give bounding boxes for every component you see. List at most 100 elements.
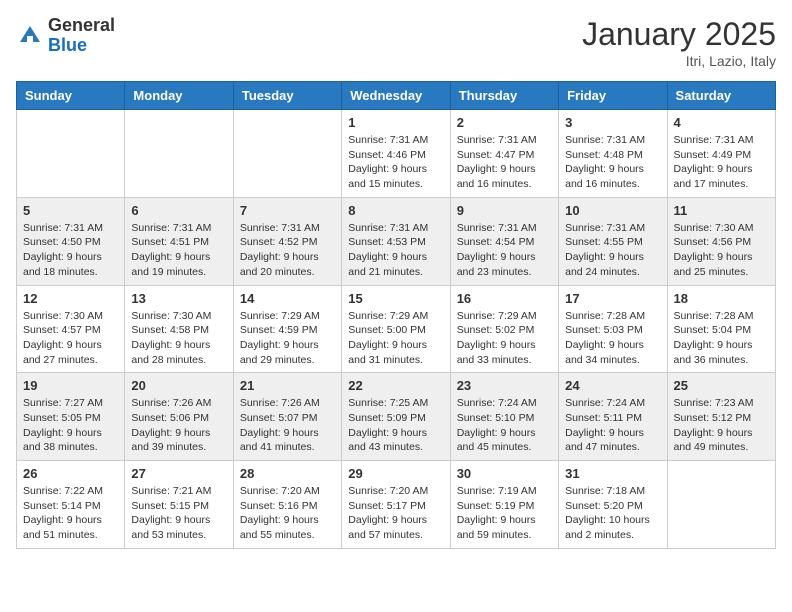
day-number: 17 [565, 291, 660, 306]
day-info: Sunrise: 7:31 AMSunset: 4:54 PMDaylight:… [457, 221, 552, 280]
calendar-cell: 2 Sunrise: 7:31 AMSunset: 4:47 PMDaylight… [450, 110, 558, 198]
calendar-cell: 1 Sunrise: 7:31 AMSunset: 4:46 PMDaylight… [342, 110, 450, 198]
title-block: January 2025 Itri, Lazio, Italy [582, 16, 776, 69]
day-info: Sunrise: 7:22 AMSunset: 5:14 PMDaylight:… [23, 484, 118, 543]
calendar-cell: 22 Sunrise: 7:25 AMSunset: 5:09 PMDayligh… [342, 373, 450, 461]
calendar-cell: 4Sunrise: 7:31 AMSunset: 4:49 PMDaylight… [667, 110, 775, 198]
calendar-cell: 30 Sunrise: 7:19 AMSunset: 5:19 PMDayligh… [450, 461, 558, 549]
day-number: 12 [23, 291, 118, 306]
calendar-cell [233, 110, 341, 198]
day-info: Sunrise: 7:31 AMSunset: 4:46 PMDaylight:… [348, 133, 443, 192]
day-info: Sunrise: 7:24 AMSunset: 5:11 PMDaylight:… [565, 396, 660, 455]
calendar-cell: 18Sunrise: 7:28 AMSunset: 5:04 PMDayligh… [667, 285, 775, 373]
day-info: Sunrise: 7:27 AMSunset: 5:05 PMDaylight:… [23, 396, 118, 455]
calendar-cell: 3Sunrise: 7:31 AMSunset: 4:48 PMDaylight… [559, 110, 667, 198]
calendar-cell: 6 Sunrise: 7:31 AMSunset: 4:51 PMDaylight… [125, 197, 233, 285]
day-number: 24 [565, 378, 660, 393]
calendar-body: 1 Sunrise: 7:31 AMSunset: 4:46 PMDaylight… [17, 110, 776, 549]
day-number: 2 [457, 115, 552, 130]
weekday-header-cell: Thursday [450, 82, 558, 110]
day-info: Sunrise: 7:29 AMSunset: 5:00 PMDaylight:… [348, 309, 443, 368]
location: Itri, Lazio, Italy [582, 53, 776, 69]
day-info: Sunrise: 7:30 AMSunset: 4:58 PMDaylight:… [131, 309, 226, 368]
day-number: 29 [348, 466, 443, 481]
day-number: 9 [457, 203, 552, 218]
day-info: Sunrise: 7:24 AMSunset: 5:10 PMDaylight:… [457, 396, 552, 455]
calendar-week-row: 26 Sunrise: 7:22 AMSunset: 5:14 PMDayligh… [17, 461, 776, 549]
day-number: 25 [674, 378, 769, 393]
day-info: Sunrise: 7:31 AMSunset: 4:49 PMDaylight:… [674, 133, 769, 192]
day-info: Sunrise: 7:29 AMSunset: 5:02 PMDaylight:… [457, 309, 552, 368]
calendar-cell: 27 Sunrise: 7:21 AMSunset: 5:15 PMDayligh… [125, 461, 233, 549]
day-number: 31 [565, 466, 660, 481]
page-header: General Blue January 2025 Itri, Lazio, I… [16, 16, 776, 69]
day-number: 7 [240, 203, 335, 218]
calendar-cell: 17Sunrise: 7:28 AMSunset: 5:03 PMDayligh… [559, 285, 667, 373]
day-number: 20 [131, 378, 226, 393]
day-info: Sunrise: 7:31 AMSunset: 4:52 PMDaylight:… [240, 221, 335, 280]
calendar-cell: 25 Sunrise: 7:23 AMSunset: 5:12 PMDayligh… [667, 373, 775, 461]
day-number: 8 [348, 203, 443, 218]
day-number: 15 [348, 291, 443, 306]
day-number: 26 [23, 466, 118, 481]
calendar-cell: 31 Sunrise: 7:18 AMSunset: 5:20 PMDayligh… [559, 461, 667, 549]
day-info: Sunrise: 7:20 AMSunset: 5:16 PMDaylight:… [240, 484, 335, 543]
day-info: Sunrise: 7:26 AMSunset: 5:07 PMDaylight:… [240, 396, 335, 455]
day-info: Sunrise: 7:31 AMSunset: 4:55 PMDaylight:… [565, 221, 660, 280]
day-info: Sunrise: 7:30 AMSunset: 4:56 PMDaylight:… [674, 221, 769, 280]
calendar-cell: 16Sunrise: 7:29 AMSunset: 5:02 PMDayligh… [450, 285, 558, 373]
day-info: Sunrise: 7:31 AMSunset: 4:47 PMDaylight:… [457, 133, 552, 192]
calendar-week-row: 19 Sunrise: 7:27 AMSunset: 5:05 PMDayligh… [17, 373, 776, 461]
weekday-header-cell: Tuesday [233, 82, 341, 110]
calendar-cell: 26 Sunrise: 7:22 AMSunset: 5:14 PMDayligh… [17, 461, 125, 549]
day-number: 1 [348, 115, 443, 130]
day-number: 30 [457, 466, 552, 481]
calendar-cell: 29Sunrise: 7:20 AMSunset: 5:17 PMDayligh… [342, 461, 450, 549]
day-info: Sunrise: 7:18 AMSunset: 5:20 PMDaylight:… [565, 484, 660, 543]
month-title: January 2025 [582, 16, 776, 53]
weekday-header-cell: Saturday [667, 82, 775, 110]
day-info: Sunrise: 7:19 AMSunset: 5:19 PMDaylight:… [457, 484, 552, 543]
logo-text: General Blue [48, 16, 115, 56]
weekday-header-cell: Wednesday [342, 82, 450, 110]
day-info: Sunrise: 7:26 AMSunset: 5:06 PMDaylight:… [131, 396, 226, 455]
weekday-header-row: SundayMondayTuesdayWednesdayThursdayFrid… [17, 82, 776, 110]
calendar-cell: 15 Sunrise: 7:29 AMSunset: 5:00 PMDayligh… [342, 285, 450, 373]
day-number: 10 [565, 203, 660, 218]
day-info: Sunrise: 7:25 AMSunset: 5:09 PMDaylight:… [348, 396, 443, 455]
logo-icon [16, 22, 44, 50]
weekday-header-cell: Sunday [17, 82, 125, 110]
day-info: Sunrise: 7:31 AMSunset: 4:50 PMDaylight:… [23, 221, 118, 280]
day-number: 6 [131, 203, 226, 218]
day-info: Sunrise: 7:30 AMSunset: 4:57 PMDaylight:… [23, 309, 118, 368]
day-number: 23 [457, 378, 552, 393]
day-number: 27 [131, 466, 226, 481]
calendar-cell [667, 461, 775, 549]
day-number: 22 [348, 378, 443, 393]
calendar-cell: 5Sunrise: 7:31 AMSunset: 4:50 PMDaylight… [17, 197, 125, 285]
day-number: 28 [240, 466, 335, 481]
calendar-cell: 11 Sunrise: 7:30 AMSunset: 4:56 PMDayligh… [667, 197, 775, 285]
calendar-cell [17, 110, 125, 198]
day-info: Sunrise: 7:31 AMSunset: 4:48 PMDaylight:… [565, 133, 660, 192]
day-number: 11 [674, 203, 769, 218]
calendar-week-row: 1 Sunrise: 7:31 AMSunset: 4:46 PMDaylight… [17, 110, 776, 198]
logo-blue: Blue [48, 35, 87, 55]
calendar-cell: 20 Sunrise: 7:26 AMSunset: 5:06 PMDayligh… [125, 373, 233, 461]
day-info: Sunrise: 7:31 AMSunset: 4:51 PMDaylight:… [131, 221, 226, 280]
day-number: 14 [240, 291, 335, 306]
day-info: Sunrise: 7:23 AMSunset: 5:12 PMDaylight:… [674, 396, 769, 455]
calendar-cell [125, 110, 233, 198]
weekday-header-cell: Monday [125, 82, 233, 110]
calendar-cell: 12 Sunrise: 7:30 AMSunset: 4:57 PMDayligh… [17, 285, 125, 373]
calendar-cell: 21Sunrise: 7:26 AMSunset: 5:07 PMDayligh… [233, 373, 341, 461]
calendar-cell: 7 Sunrise: 7:31 AMSunset: 4:52 PMDaylight… [233, 197, 341, 285]
calendar-cell: 14Sunrise: 7:29 AMSunset: 4:59 PMDayligh… [233, 285, 341, 373]
logo-general: General [48, 15, 115, 35]
day-number: 19 [23, 378, 118, 393]
day-info: Sunrise: 7:21 AMSunset: 5:15 PMDaylight:… [131, 484, 226, 543]
calendar-cell: 9 Sunrise: 7:31 AMSunset: 4:54 PMDaylight… [450, 197, 558, 285]
calendar-cell: 8Sunrise: 7:31 AMSunset: 4:53 PMDaylight… [342, 197, 450, 285]
calendar-cell: 19 Sunrise: 7:27 AMSunset: 5:05 PMDayligh… [17, 373, 125, 461]
calendar-cell: 13Sunrise: 7:30 AMSunset: 4:58 PMDayligh… [125, 285, 233, 373]
